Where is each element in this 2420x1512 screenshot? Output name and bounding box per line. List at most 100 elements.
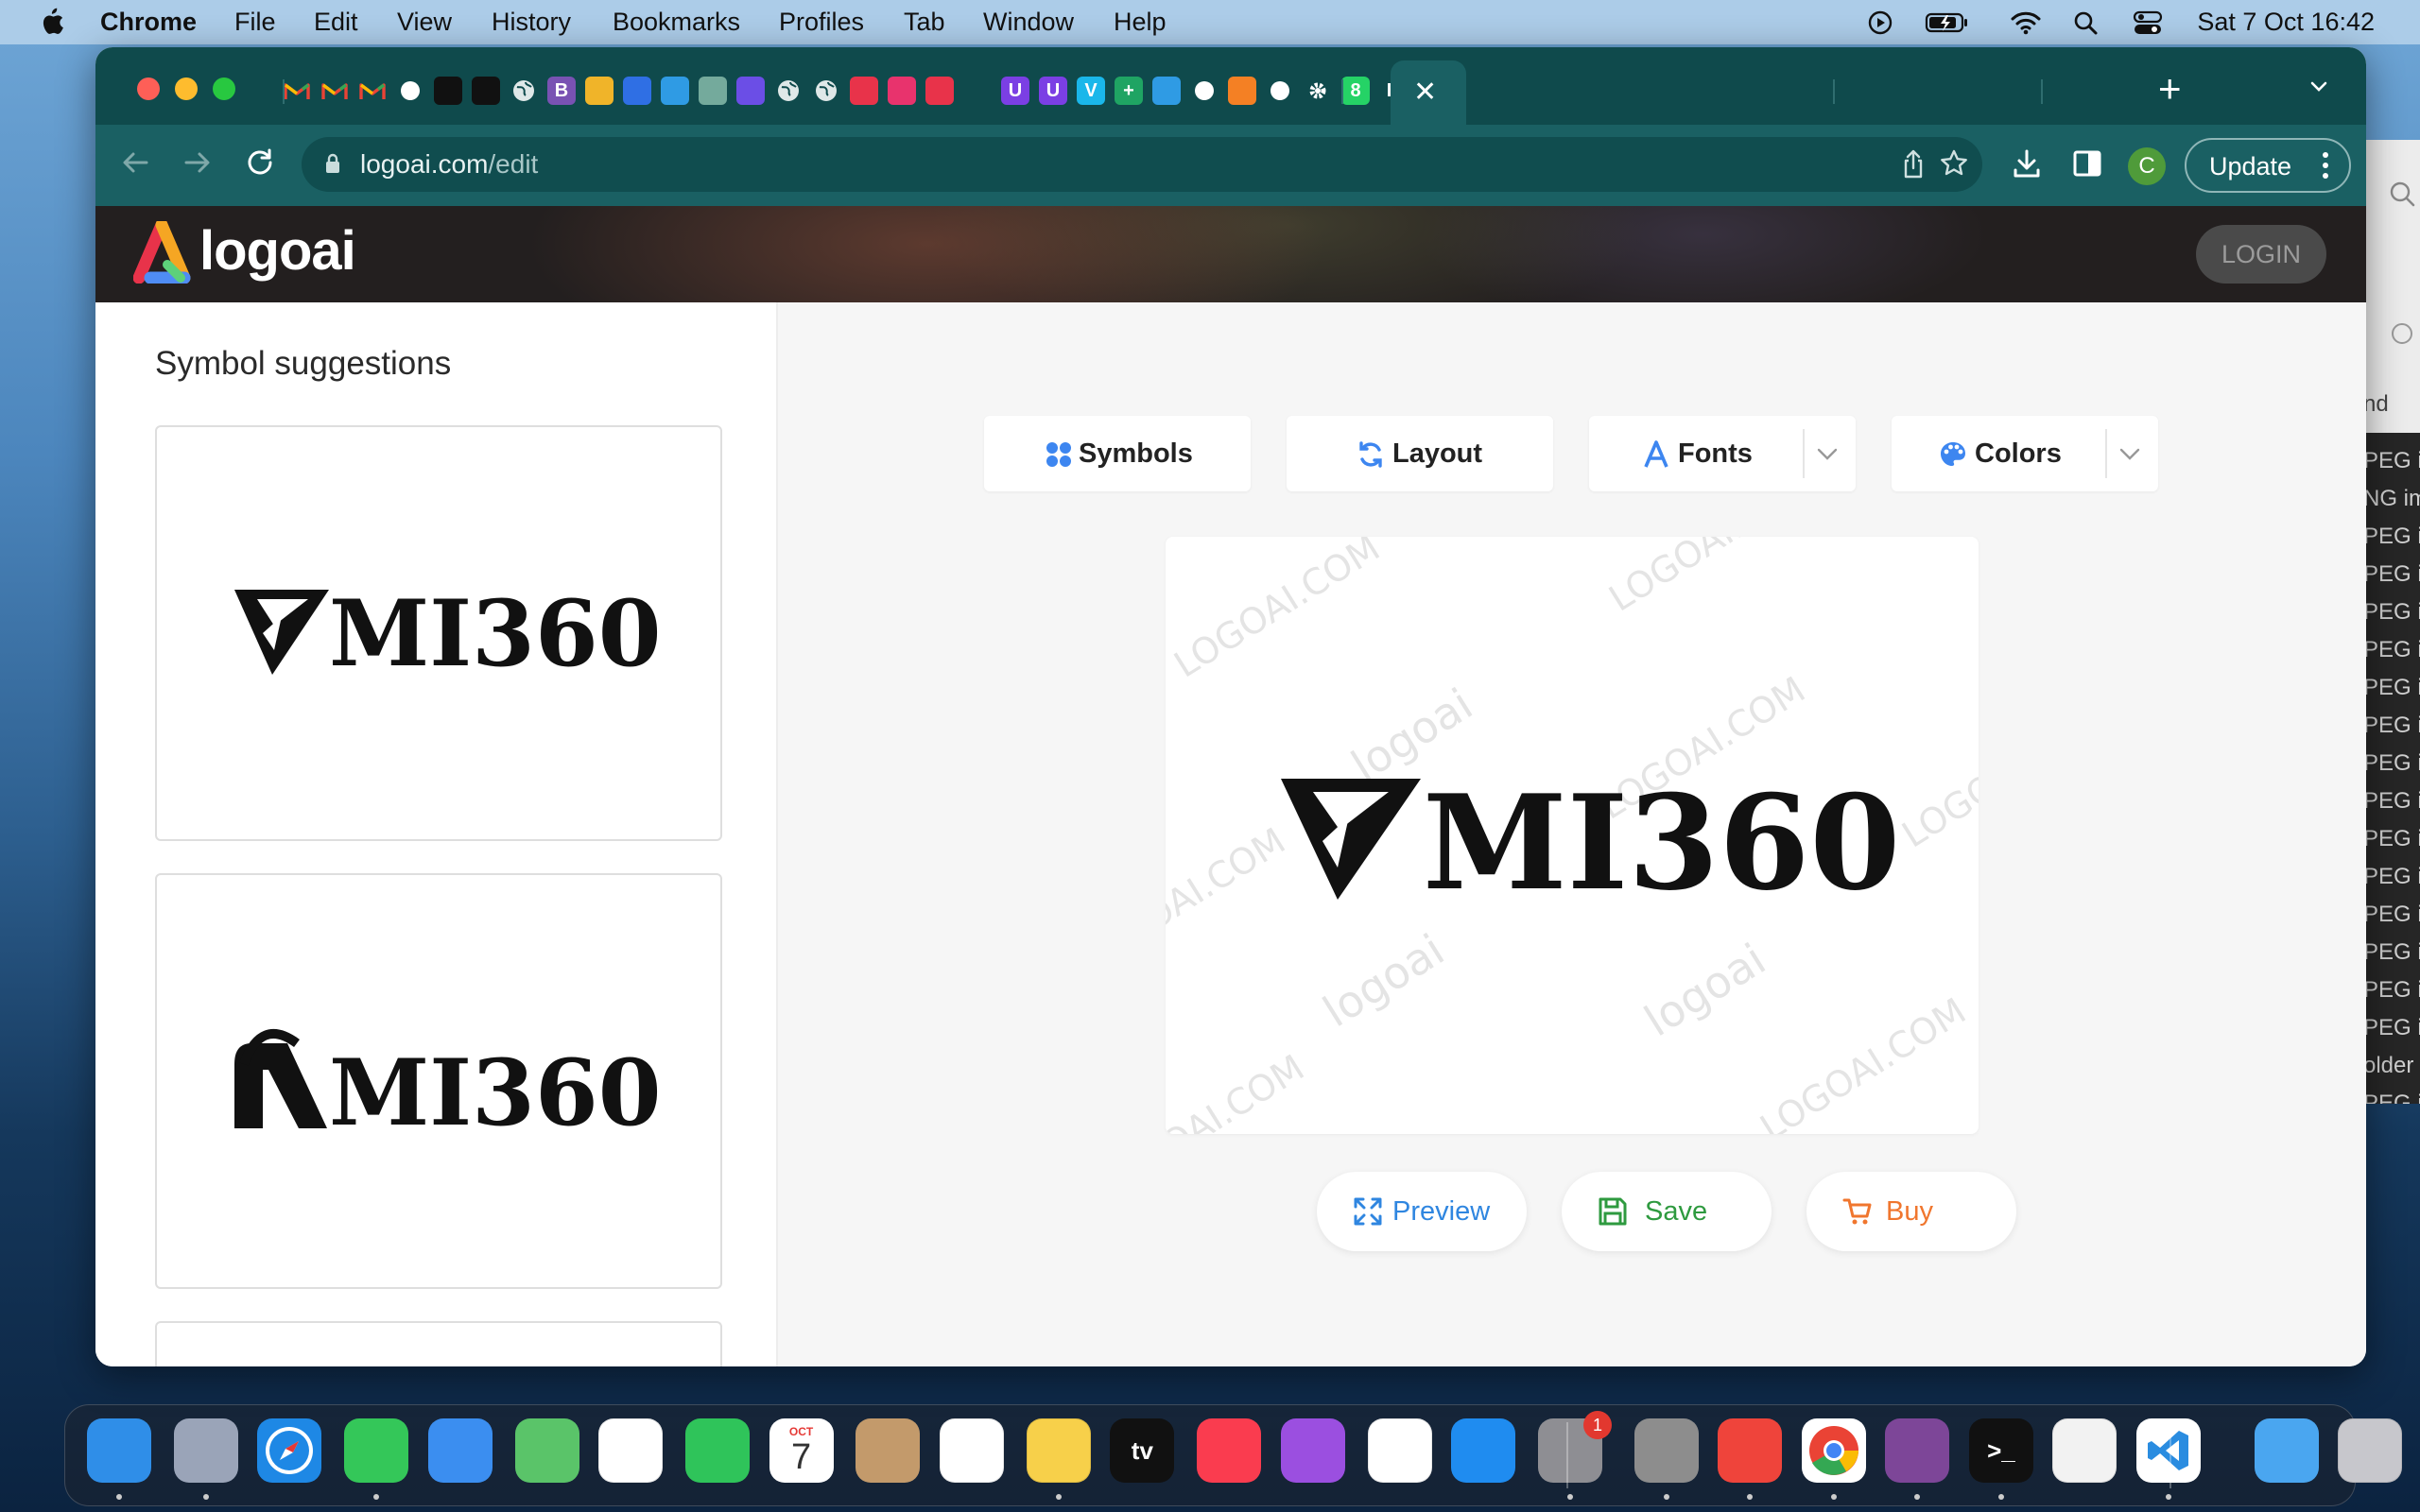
u-logo-icon[interactable]: U [1001,77,1029,105]
trash-app-icon[interactable] [2338,1418,2403,1483]
gmail-icon[interactable] [320,77,349,105]
bookmark-star-icon[interactable] [1939,148,1969,179]
chatgpt-icon[interactable] [699,77,727,105]
chrome-app-icon[interactable] [1801,1418,1866,1483]
profile-avatar[interactable]: C [2128,147,2166,185]
maps-app-icon[interactable] [514,1418,579,1483]
edge-like-icon[interactable] [1152,77,1181,105]
colors-button[interactable]: Colors [1892,416,2158,491]
symbols-button[interactable]: Symbols [984,416,1251,491]
terminal-app-icon[interactable]: >_ [1968,1418,2033,1483]
menu-window[interactable]: Window [983,8,1074,37]
logo-canvas[interactable]: LOGOAI.COM LOGOAI.COM logoai LOGOAI.COM … [1166,537,1979,1134]
download-icon[interactable] [2011,147,2043,180]
lock-icon[interactable] [324,153,341,174]
save-button[interactable]: Save [1562,1172,1772,1251]
calendar-app-icon[interactable]: OCT 7 [769,1418,834,1483]
github-icon[interactable] [1190,77,1219,105]
apple-tv-app-icon[interactable]: tv [1110,1418,1175,1483]
mail-app-icon[interactable] [427,1418,493,1483]
play-circle-icon[interactable] [1866,9,1894,36]
brand-square-icon[interactable] [1266,77,1294,105]
tableplus-app-icon[interactable] [1634,1418,1699,1483]
notes-app-icon[interactable] [1026,1418,1091,1483]
control-center-icon[interactable] [2133,9,2163,36]
mail-icon[interactable] [623,77,651,105]
tor-browser-app-icon[interactable] [1885,1418,1950,1483]
asterisk-icon[interactable] [888,77,916,105]
more-menu-icon[interactable] [2323,151,2328,180]
anydesk-app-icon[interactable] [1718,1418,1783,1483]
menu-help[interactable]: Help [1114,8,1167,37]
spotlight-search-icon[interactable] [2072,9,2100,36]
globe-icon[interactable] [812,77,840,105]
whatsapp-icon[interactable]: 8 [1341,77,1370,105]
sun-icon[interactable] [585,77,614,105]
symbol-suggestion-card[interactable] [155,1321,722,1366]
menu-view[interactable]: View [397,8,452,37]
menu-history[interactable]: History [492,8,571,37]
new-tab-button[interactable]: + [2158,66,2182,112]
photos-app-icon[interactable] [598,1418,664,1483]
menu-tab[interactable]: Tab [904,8,945,37]
paper-plane-icon[interactable] [850,77,878,105]
messages-app-icon[interactable] [344,1418,409,1483]
forward-arrow-icon[interactable] [181,146,215,180]
menu-clock[interactable]: Sat 7 Oct 16:42 [2197,8,2375,37]
h-logo-icon[interactable] [736,77,765,105]
chevron-down-icon[interactable] [2309,77,2328,96]
music-app-icon[interactable] [1197,1418,1262,1483]
downloads-folder-app-icon[interactable] [2254,1418,2319,1483]
battery-charging-icon[interactable] [1925,9,1970,36]
fonts-button[interactable]: Fonts [1589,416,1856,491]
menu-edit[interactable]: Edit [314,8,358,37]
contacts-app-icon[interactable] [856,1418,921,1483]
back-arrow-icon[interactable] [118,146,152,180]
close-window-button[interactable] [137,77,160,100]
gear-icon[interactable] [1304,77,1332,105]
safari-app-icon[interactable] [257,1418,322,1483]
globe-icon[interactable] [510,77,538,105]
address-bar[interactable]: logoai.com/edit [302,137,1982,192]
login-button[interactable]: LOGIN [2196,225,2326,284]
menu-bookmarks[interactable]: Bookmarks [613,8,740,37]
launchpad-app-icon[interactable] [173,1418,238,1483]
fonts-chevron-down-icon[interactable] [1816,444,1839,463]
reload-icon[interactable] [243,146,277,180]
logoai-tab-icon[interactable] [925,77,954,105]
gmail-icon[interactable] [358,77,387,105]
textedit-app-icon[interactable] [2052,1418,2118,1483]
zoom-window-button[interactable] [213,77,235,100]
red-circle-icon[interactable] [396,77,424,105]
podcasts-app-icon[interactable] [1280,1418,1345,1483]
triangle-ruler-icon[interactable] [472,77,500,105]
colors-chevron-down-icon[interactable] [2118,444,2141,463]
preview-button[interactable]: Preview [1317,1172,1527,1251]
logo-wordmark[interactable]: logoai [199,219,356,283]
u-logo-icon[interactable]: U [1039,77,1067,105]
side-panel-icon[interactable] [2071,147,2103,180]
reminders-app-icon[interactable] [939,1418,1004,1483]
gmail-icon[interactable] [283,77,311,105]
share-icon[interactable] [1899,148,1927,180]
menu-file[interactable]: File [234,8,276,37]
logoai-logo-icon[interactable] [133,221,201,284]
close-tab-icon[interactable]: ✕ [1413,76,1437,109]
globe-icon[interactable] [774,77,803,105]
bootstrap-icon[interactable]: B [547,77,576,105]
facetime-app-icon[interactable] [685,1418,750,1483]
minimize-window-button[interactable] [175,77,198,100]
tab-active[interactable]: ✕ [1391,60,1466,125]
triangle-ruler-icon[interactable] [434,77,462,105]
finder-app-icon[interactable] [86,1418,151,1483]
update-button[interactable]: Update [2185,138,2351,193]
url-text[interactable]: logoai.com/edit [360,149,538,180]
wifi-icon[interactable] [2010,9,2042,36]
app-store-app-icon[interactable] [1451,1418,1516,1483]
menu-app-name[interactable]: Chrome [100,8,197,37]
news-app-icon[interactable] [1367,1418,1432,1483]
vimeo-icon[interactable]: V [1077,77,1105,105]
chat-bubble-icon[interactable] [661,77,689,105]
menu-profiles[interactable]: Profiles [779,8,864,37]
stack-icon[interactable] [1228,77,1256,105]
